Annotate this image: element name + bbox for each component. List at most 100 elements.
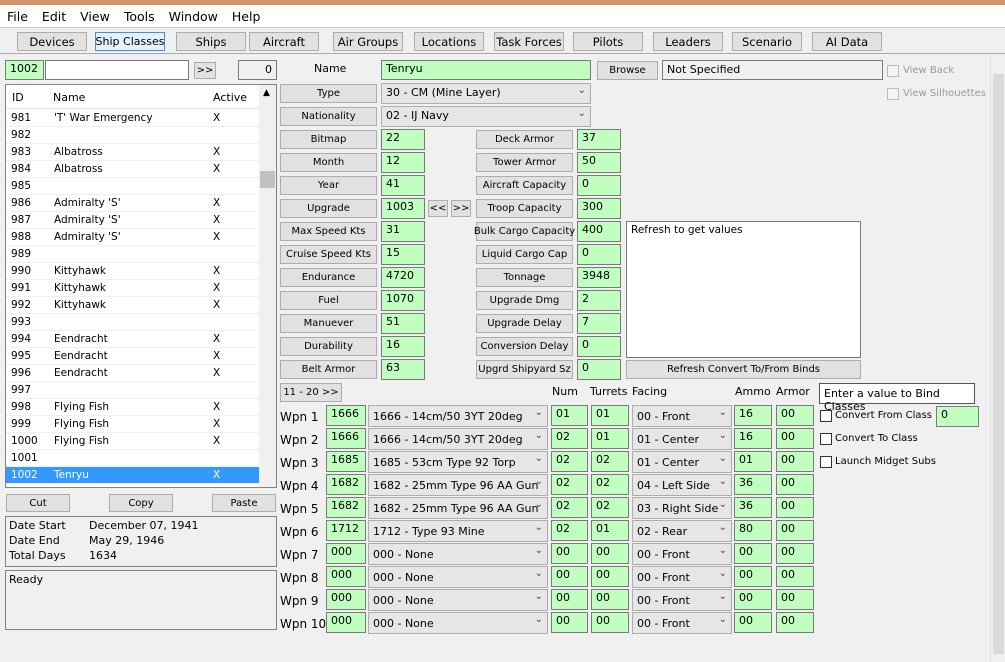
bitmap-field[interactable]: 22: [381, 129, 425, 150]
year-field[interactable]: 41: [381, 175, 425, 196]
tab-ship-classes[interactable]: Ship Classes: [95, 32, 165, 51]
weapon-select[interactable]: 000 - None ⌄: [368, 566, 548, 588]
weapon-id-field[interactable]: 1712: [326, 520, 366, 541]
troop-capacity-button[interactable]: Troop Capacity: [476, 199, 573, 218]
liquid-cargo-cap-field[interactable]: 0: [577, 244, 621, 265]
weapon-ammo-field[interactable]: 00: [734, 589, 772, 610]
weapon-turrets-field[interactable]: 01: [591, 405, 629, 426]
paste-button[interactable]: Paste: [212, 494, 276, 512]
weapon-num-field[interactable]: 01: [551, 405, 588, 426]
tab-leaders[interactable]: Leaders: [653, 32, 723, 51]
scroll-thumb[interactable]: [260, 171, 275, 188]
list-item[interactable]: 993: [6, 314, 259, 331]
month-button[interactable]: Month: [280, 153, 377, 172]
list-item[interactable]: 1002 Tenryu X: [6, 467, 259, 484]
weapon-num-field[interactable]: 00: [551, 612, 588, 633]
list-item[interactable]: 981 'T' War Emergency X: [6, 110, 259, 127]
weapon-num-field[interactable]: 02: [551, 474, 588, 495]
tab-locations[interactable]: Locations: [414, 32, 484, 51]
tonnage-button[interactable]: Tonnage: [476, 268, 573, 287]
deck-armor-field[interactable]: 37: [577, 129, 621, 150]
weapon-armor-field[interactable]: 00: [776, 612, 814, 633]
search-go-button[interactable]: >>: [194, 62, 216, 79]
convert-to-checkbox[interactable]: [820, 433, 832, 445]
cruise-speed-kts-button[interactable]: Cruise Speed Kts: [280, 245, 377, 264]
tab-pilots[interactable]: Pilots: [573, 32, 643, 51]
weapon-turrets-field[interactable]: 00: [591, 612, 629, 633]
weapon-num-field[interactable]: 00: [551, 589, 588, 610]
liquid-cargo-cap-button[interactable]: Liquid Cargo Cap: [476, 245, 573, 264]
weapon-select[interactable]: 1682 - 25mm Type 96 AA Gun ⌄: [368, 474, 548, 496]
weapon-select[interactable]: 000 - None ⌄: [368, 543, 548, 565]
upgrade-button[interactable]: Upgrade: [280, 199, 377, 218]
weapon-id-field[interactable]: 1685: [326, 451, 366, 472]
col-id[interactable]: ID: [12, 91, 24, 104]
weapon-num-field[interactable]: 02: [551, 428, 588, 449]
weapon-ammo-field[interactable]: 01: [734, 451, 772, 472]
weapon-select[interactable]: 1666 - 14cm/50 3YT 20deg ⌄: [368, 405, 548, 427]
list-item[interactable]: 996 Eendracht X: [6, 365, 259, 382]
col-active[interactable]: Active: [213, 91, 247, 104]
facing-select[interactable]: 03 - Right Side ⌄: [632, 497, 732, 519]
facing-select[interactable]: 00 - Front ⌄: [632, 543, 732, 565]
aircraft-capacity-field[interactable]: 0: [577, 175, 621, 196]
weapon-armor-field[interactable]: 00: [776, 566, 814, 587]
weapon-armor-field[interactable]: 00: [776, 520, 814, 541]
endurance-button[interactable]: Endurance: [280, 268, 377, 287]
list-item[interactable]: 986 Admiralty 'S' X: [6, 195, 259, 212]
list-item[interactable]: 992 Kittyhawk X: [6, 297, 259, 314]
list-item[interactable]: 982: [6, 127, 259, 144]
browse-button[interactable]: Browse: [597, 61, 658, 80]
weapon-select[interactable]: 000 - None ⌄: [368, 612, 548, 634]
menu-help[interactable]: Help: [225, 9, 268, 24]
weapon-ammo-field[interactable]: 00: [734, 612, 772, 633]
list-item[interactable]: 991 Kittyhawk X: [6, 280, 259, 297]
scroll-thumb[interactable]: [993, 74, 1004, 654]
weapon-id-field[interactable]: 000: [326, 543, 366, 564]
weapon-armor-field[interactable]: 00: [776, 589, 814, 610]
weapon-ammo-field[interactable]: 36: [734, 497, 772, 518]
belt-armor-button[interactable]: Belt Armor: [280, 360, 377, 379]
list-item[interactable]: 985: [6, 178, 259, 195]
menu-edit[interactable]: Edit: [35, 9, 73, 24]
list-item[interactable]: 995 Eendracht X: [6, 348, 259, 365]
view-silhouettes-checkbox[interactable]: [887, 88, 899, 100]
weapon-select[interactable]: 1685 - 53cm Type 92 Torp ⌄: [368, 451, 548, 473]
weapon-turrets-field[interactable]: 01: [591, 428, 629, 449]
weapon-armor-field[interactable]: 00: [776, 428, 814, 449]
weapon-select[interactable]: 1682 - 25mm Type 96 AA Gun ⌄: [368, 497, 548, 519]
copy-button[interactable]: Copy: [109, 494, 173, 512]
nationality-select[interactable]: 02 - IJ Navy ⌄: [381, 106, 591, 127]
id-search-field[interactable]: 1002: [5, 60, 44, 80]
year-button[interactable]: Year: [280, 176, 377, 195]
weapon-num-field[interactable]: 02: [551, 520, 588, 541]
midget-subs-checkbox[interactable]: [820, 456, 832, 468]
weapon-armor-field[interactable]: 00: [776, 497, 814, 518]
upgrade-delay-field[interactable]: 7: [577, 313, 621, 334]
weapon-id-field[interactable]: 000: [326, 566, 366, 587]
weapon-num-field[interactable]: 02: [551, 497, 588, 518]
facing-select[interactable]: 01 - Center ⌄: [632, 428, 732, 450]
upgrade-prev-button[interactable]: <<: [428, 200, 448, 217]
durability-button[interactable]: Durability: [280, 337, 377, 356]
aircraft-capacity-button[interactable]: Aircraft Capacity: [476, 176, 573, 195]
list-item[interactable]: 983 Albatross X: [6, 144, 259, 161]
belt-armor-field[interactable]: 63: [381, 359, 425, 380]
facing-select[interactable]: 04 - Left Side ⌄: [632, 474, 732, 496]
weapon-turrets-field[interactable]: 00: [591, 589, 629, 610]
manuever-button[interactable]: Manuever: [280, 314, 377, 333]
weapon-turrets-field[interactable]: 01: [591, 520, 629, 541]
manuever-field[interactable]: 51: [381, 313, 425, 334]
type-select[interactable]: 30 - CM (Mine Layer) ⌄: [381, 83, 591, 104]
upgrd-shipyard-sz-field[interactable]: 0: [577, 359, 621, 380]
month-field[interactable]: 12: [381, 152, 425, 173]
weapon-ammo-field[interactable]: 16: [734, 428, 772, 449]
deck-armor-button[interactable]: Deck Armor: [476, 130, 573, 149]
fuel-field[interactable]: 1070: [381, 290, 425, 311]
upgrade-dmg-button[interactable]: Upgrade Dmg: [476, 291, 573, 310]
weapon-turrets-field[interactable]: 02: [591, 474, 629, 495]
upgrade-field[interactable]: 1003: [381, 198, 425, 219]
durability-field[interactable]: 16: [381, 336, 425, 357]
view-back-checkbox[interactable]: [887, 65, 899, 77]
name-field[interactable]: Tenryu: [381, 60, 591, 80]
